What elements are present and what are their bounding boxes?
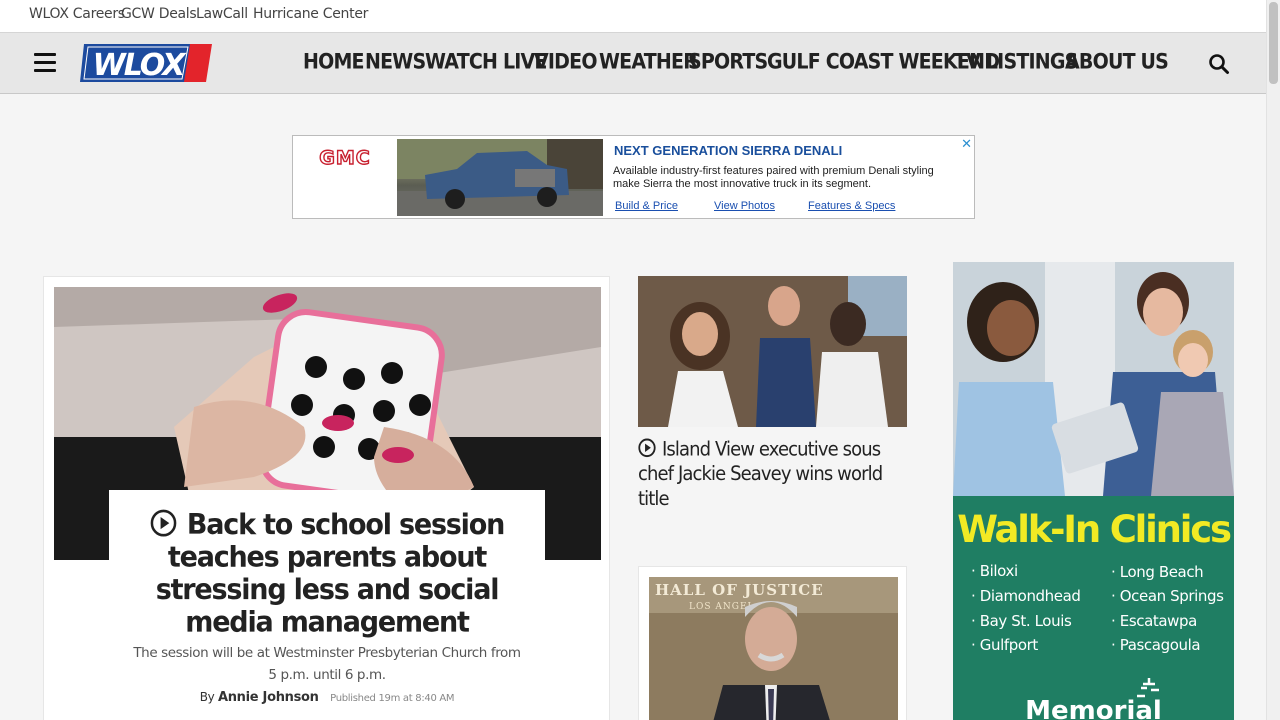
walk-in-clinics-ad[interactable]: Walk-In Clinics · Biloxi · Diamondhead ·… (953, 262, 1234, 720)
search-icon[interactable] (1208, 53, 1230, 75)
page-scrollbar[interactable] (1266, 0, 1280, 720)
nav-watch-live[interactable]: WATCH LIVE (425, 50, 547, 75)
story3-image[interactable]: HALL OF JUSTICE LOS ANGEL (649, 577, 898, 720)
nav-tv-listings[interactable]: TV LISTINGS (954, 50, 1078, 75)
hamburger-menu-icon[interactable] (34, 53, 56, 73)
nav-news[interactable]: NEWS (365, 50, 426, 75)
clinic-location: · Escatawpa (1111, 612, 1197, 630)
clinic-location: · Biloxi (971, 562, 1018, 580)
clinic-location: · Bay St. Louis (971, 612, 1072, 630)
nav-about-us[interactable]: ABOUT US (1065, 50, 1169, 75)
play-video-icon[interactable] (638, 438, 656, 458)
byline-published: Published 19m at 8:40 AM (330, 693, 455, 704)
story2-headline-text[interactable]: Island View executive sous chef Jackie S… (638, 438, 883, 510)
clinic-ad-info[interactable]: Walk-In Clinics · Biloxi · Diamondhead ·… (953, 496, 1234, 720)
clinic-location: · Diamondhead (971, 587, 1081, 605)
byline-author[interactable]: Annie Johnson (218, 690, 319, 705)
clinic-ad-title[interactable]: Walk-In Clinics (953, 508, 1234, 551)
wlox-logo[interactable]: WLOX (80, 42, 212, 84)
ad-link-view-photos[interactable]: View Photos (714, 200, 775, 212)
memorial-brand[interactable]: Memorial (953, 696, 1234, 720)
lead-story-headline[interactable]: Back to school session teaches parents a… (123, 509, 531, 639)
clinic-location: · Pascagoula (1111, 636, 1201, 654)
clinic-ad-photo[interactable] (953, 262, 1234, 496)
clinic-location: · Ocean Springs (1111, 587, 1224, 605)
play-video-icon[interactable] (150, 509, 177, 537)
utility-link-careers[interactable]: WLOX Careers (29, 6, 125, 22)
ad-close-icon[interactable]: ✕ (961, 136, 972, 152)
lead-story-byline: By Annie Johnson Published 19m at 8:40 A… (109, 690, 545, 705)
nav-home[interactable]: HOME (303, 50, 365, 75)
utility-link-gcw-deals[interactable]: GCW Deals (121, 6, 197, 22)
ad-link-features-specs[interactable]: Features & Specs (808, 200, 895, 212)
lead-story-card[interactable]: Back to school session teaches parents a… (43, 276, 610, 720)
gmc-ad-banner[interactable]: GMC NEXT GENERATION SIERRA DENALI Availa… (292, 135, 975, 219)
nav-video[interactable]: VIDEO (534, 50, 597, 75)
scrollbar-thumb[interactable] (1269, 2, 1278, 84)
main-nav: WLOX HOME NEWS WATCH LIVE VIDEO WEATHER … (0, 32, 1266, 94)
nav-sports[interactable]: SPORTS (688, 50, 768, 75)
story2-image[interactable] (638, 276, 907, 427)
ad-link-build-price[interactable]: Build & Price (615, 200, 678, 212)
utility-link-lawcall[interactable]: LawCall (196, 6, 248, 22)
lead-story-text-box: Back to school session teaches parents a… (109, 490, 545, 720)
clinic-location: · Gulfport (971, 636, 1038, 654)
utility-bar: WLOX Careers GCW Deals LawCall Hurricane… (0, 0, 1266, 32)
byline-by: By (199, 690, 215, 704)
lead-story-deck: The session will be at Westminster Presb… (133, 645, 521, 683)
ad-title[interactable]: NEXT GENERATION SIERRA DENALI (614, 143, 842, 158)
lead-story-headline-text[interactable]: Back to school session teaches parents a… (156, 509, 506, 639)
story3-sign-subtext: LOS ANGEL (689, 602, 755, 612)
nav-weather[interactable]: WEATHER (599, 50, 698, 75)
gmc-logo: GMC (299, 146, 391, 168)
ad-body: Available industry-first features paired… (613, 165, 934, 190)
utility-link-hurricane-center[interactable]: Hurricane Center (253, 6, 368, 22)
logo-text: WLOX (93, 48, 188, 83)
story3-card[interactable]: HALL OF JUSTICE LOS ANGEL (638, 566, 907, 720)
story3-sign-text: HALL OF JUSTICE (655, 581, 824, 599)
story2-headline[interactable]: Island View executive sous chef Jackie S… (638, 437, 908, 512)
gmc-truck-image[interactable] (397, 139, 603, 216)
gmc-logo-text: GMC (319, 147, 370, 168)
clinic-location: · Long Beach (1111, 563, 1204, 581)
